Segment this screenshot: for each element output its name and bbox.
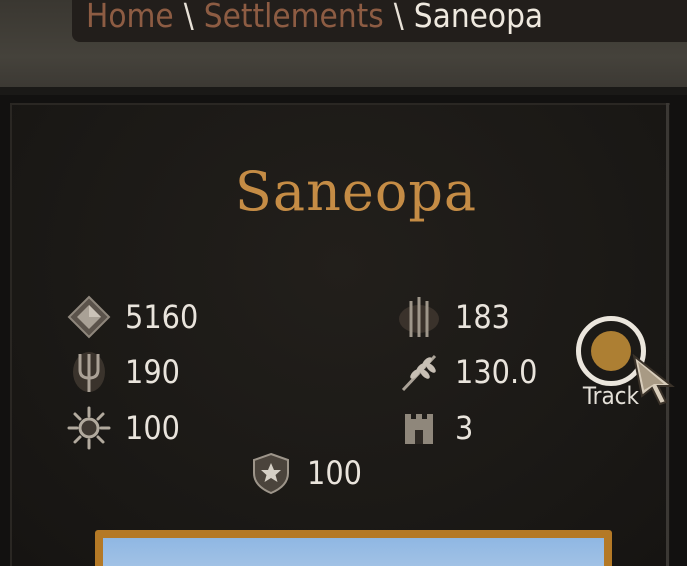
settlement-image xyxy=(103,538,604,566)
track-indicator xyxy=(591,331,631,371)
tower-icon xyxy=(397,406,441,450)
security-value: 100 xyxy=(307,454,362,492)
militia-value: 190 xyxy=(125,353,180,391)
cursor-arrow-icon xyxy=(632,354,675,406)
breadcrumb: Home \ Settlements \ Saneopa xyxy=(72,0,687,42)
stat-militia: 190 xyxy=(67,350,180,394)
spears-icon xyxy=(397,295,441,339)
loyalty-value: 100 xyxy=(125,409,180,447)
settlement-image-frame xyxy=(95,530,612,566)
breadcrumb-home[interactable]: Home xyxy=(86,0,174,32)
walls-value: 3 xyxy=(455,409,474,447)
shield-star-icon xyxy=(249,451,293,495)
stat-walls: 3 xyxy=(397,406,473,450)
stat-garrison: 183 xyxy=(397,295,510,339)
stat-food: 130.0 xyxy=(397,350,537,394)
breadcrumb-separator: \ xyxy=(183,0,194,35)
stat-loyalty: 100 xyxy=(67,406,180,450)
food-value: 130.0 xyxy=(455,353,538,391)
wheat-icon xyxy=(397,350,441,394)
sun-icon xyxy=(67,406,111,450)
stat-prosperity: 5160 xyxy=(67,295,198,339)
diamond-icon xyxy=(67,295,111,339)
breadcrumb-separator: \ xyxy=(393,0,404,35)
pitchfork-icon xyxy=(67,350,111,394)
garrison-value: 183 xyxy=(455,298,510,336)
breadcrumb-current: Saneopa xyxy=(413,0,544,35)
settlement-title: Saneopa xyxy=(234,160,478,223)
breadcrumb-settlements[interactable]: Settlements xyxy=(204,0,384,32)
stat-security: 100 xyxy=(249,451,362,495)
prosperity-value: 5160 xyxy=(125,298,199,336)
